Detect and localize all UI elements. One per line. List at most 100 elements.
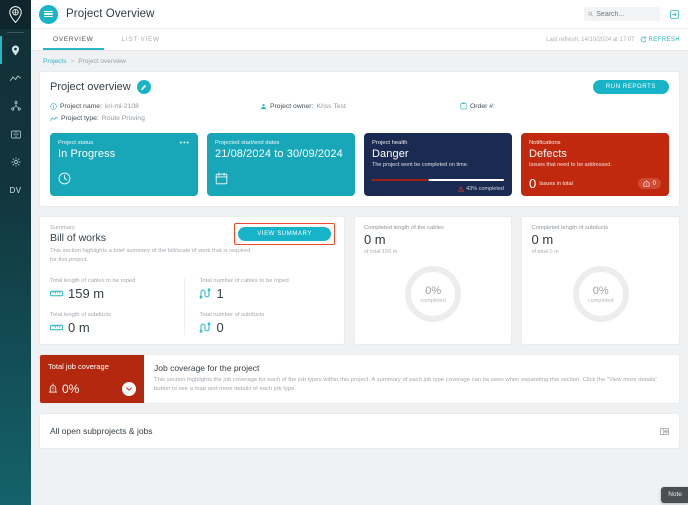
tile-notifications-sub: Issues that need to be addressed.	[529, 162, 612, 168]
edit-project-button[interactable]	[136, 80, 151, 94]
tile-project-status-value: In Progress	[58, 148, 116, 160]
tile-projected-dates[interactable]: Projected start/end dates 21/08/2024 to …	[207, 133, 355, 196]
completed-subducts-value: 0 m	[531, 232, 554, 247]
job-coverage-badge: Total job coverage 0%	[40, 354, 144, 403]
sidebar-user-avatar[interactable]: DV	[0, 176, 31, 204]
bill-of-works-card: Summary Bill of works This section highl…	[39, 216, 345, 345]
defects-badge[interactable]: 0	[637, 178, 661, 189]
health-progress-caption: 43% completed	[466, 186, 504, 192]
completed-subducts-label: Completed length of subducts	[531, 225, 609, 231]
job-coverage-heading: Job coverage for the project	[154, 362, 260, 373]
issues-count: 0	[529, 176, 537, 191]
meta-project-name-value: kri-mi-2108	[104, 102, 139, 110]
refresh-button[interactable]: REFRESH	[640, 36, 680, 43]
meta-project-owner: Project owner: Kriss Test	[260, 102, 460, 110]
refresh-icon	[640, 36, 646, 43]
health-progress-caption-row: 43% completed	[458, 186, 504, 192]
stat-total-cable-count-label: Total number of cables to be roped	[199, 277, 289, 284]
logout-button[interactable]	[668, 8, 680, 20]
page-title: Project Overview	[66, 8, 155, 20]
tab-list-view[interactable]: LIST VIEW	[108, 29, 174, 50]
overview-meta-row-2: Project type: Route Proving	[50, 115, 669, 122]
run-reports-button[interactable]: RUN REPORTS	[592, 80, 669, 94]
completed-cables-donut: 0% completed	[404, 265, 462, 323]
book-icon	[10, 130, 21, 138]
view-summary-button[interactable]: VIEW SUMMARY	[238, 227, 331, 241]
job-coverage-percent-row: 0%	[48, 382, 79, 396]
tile-project-status[interactable]: ••• Project status In Progress	[50, 133, 198, 196]
completed-cables-donut-center: 0% completed	[404, 265, 462, 323]
alert-house-icon	[643, 180, 650, 187]
app-root: DV Project Overview Search... OVERVIEW L…	[0, 0, 688, 505]
job-coverage-expand-button[interactable]	[122, 381, 136, 396]
hamburger-icon[interactable]	[39, 4, 58, 24]
cable-icon	[200, 322, 211, 333]
breadcrumb-current: Project overview	[78, 58, 126, 65]
breadcrumb: Projects > Project overview	[39, 51, 680, 71]
note-tab-button[interactable]: Note	[661, 487, 688, 503]
top-bar-right	[584, 7, 680, 21]
sidebar-item-analytics[interactable]	[0, 64, 31, 92]
completed-cables-value: 0 m	[363, 232, 386, 247]
breadcrumb-separator: >	[70, 58, 75, 65]
overview-meta-row-1: Project name: kri-mi-2108 Project owner:…	[50, 102, 669, 110]
cable-icon	[200, 288, 211, 299]
overview-title: Project overview	[50, 81, 131, 93]
view-summary-highlight: VIEW SUMMARY	[234, 223, 335, 245]
issues-row: 0 Issues in total 0	[529, 177, 661, 190]
top-bar: Project Overview	[31, 0, 688, 29]
trend-line-icon	[50, 116, 58, 121]
stat-total-subduct-length-label: Total length of subducts	[50, 311, 111, 318]
tab-overview[interactable]: OVERVIEW	[39, 29, 108, 50]
health-progress-fill	[372, 179, 429, 181]
stat-total-cable-count: Total number of cables to be roped 1	[199, 278, 333, 301]
stat-total-cable-length-label: Total length of cables to be roped	[50, 277, 136, 284]
network-hierarchy-icon	[10, 101, 21, 111]
tile-project-health[interactable]: Project health Danger The project wont b…	[364, 133, 512, 196]
stat-total-cable-length-value: 159 m	[68, 285, 105, 301]
gear-icon	[10, 157, 21, 167]
search-box[interactable]	[584, 7, 660, 21]
completed-subducts-percent-caption: completed	[588, 297, 614, 304]
stats-column-left: Total length of cables to be roped 159 m	[50, 278, 184, 335]
completed-subducts-donut-wrap: 0% completed	[531, 265, 670, 323]
stat-total-cable-count-value: 1	[216, 285, 224, 301]
bill-of-works-stats: Total length of cables to be roped 159 m	[50, 277, 334, 335]
job-coverage-body: Job coverage for the project This sectio…	[144, 355, 679, 403]
completed-subducts-card: Completed length of subducts 0 m of tota…	[521, 216, 680, 345]
meta-project-name-label: Project name:	[60, 102, 102, 110]
completed-cables-sub: of total 159 m	[363, 249, 398, 255]
sidebar-item-projects[interactable]	[0, 36, 31, 64]
stat-total-cable-length: Total length of cables to be roped 159 m	[50, 278, 184, 301]
sidebar-item-library[interactable]	[0, 120, 31, 148]
chevron-down-icon	[126, 387, 132, 391]
list-view-toggle[interactable]	[660, 422, 669, 440]
subprojects-title: All open subprojects & jobs	[50, 425, 153, 436]
meta-order-number-label: Order #:	[470, 102, 495, 110]
content-area: Projects > Project overview Project over…	[31, 51, 688, 505]
stat-total-subduct-length-value: 0 m	[68, 319, 90, 335]
stat-total-subduct-count-value-row: 0	[199, 320, 333, 335]
calendar-icon	[215, 172, 228, 190]
pencil-icon	[141, 84, 147, 90]
tile-notifications-value: Defects	[529, 148, 567, 160]
search-icon	[588, 11, 594, 17]
stat-total-cable-count-value-row: 1	[199, 286, 333, 301]
bill-of-works-description: This section highlights a brief summary …	[50, 248, 251, 263]
meta-project-type-value: Route Proving	[101, 115, 145, 122]
tile-notifications-label: Notifications	[529, 140, 561, 146]
tile-notifications[interactable]: Notifications Defects Issues that need t…	[521, 133, 669, 196]
completed-subducts-donut-center: 0% completed	[572, 265, 630, 323]
sidebar-item-settings[interactable]	[0, 148, 31, 176]
tile-project-health-sub: The project wont be completed on time.	[372, 162, 469, 168]
breadcrumb-projects[interactable]: Projects	[43, 58, 66, 65]
sidebar-item-network[interactable]	[0, 92, 31, 120]
subprojects-card: All open subprojects & jobs	[39, 412, 680, 449]
job-coverage-description: This section highlights the job coverage…	[154, 376, 658, 393]
stat-total-subduct-count-label: Total number of subducts	[199, 311, 265, 318]
person-icon	[260, 103, 267, 109]
info-circle-icon	[50, 102, 57, 110]
meta-project-name: Project name: kri-mi-2108	[50, 102, 260, 110]
search-input[interactable]	[596, 10, 656, 18]
app-logo[interactable]	[0, 0, 31, 29]
